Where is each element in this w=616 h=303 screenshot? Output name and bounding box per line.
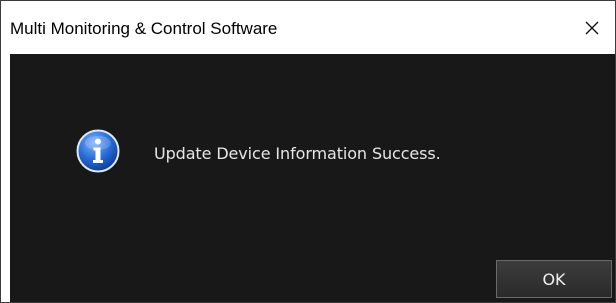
- title-bar[interactable]: Multi Monitoring & Control Software: [1, 1, 615, 54]
- close-button[interactable]: [569, 1, 615, 54]
- ok-button-label: OK: [542, 269, 566, 289]
- message-dialog: Multi Monitoring & Control Software Upda…: [0, 0, 616, 303]
- dialog-body: Update Device Information Success. OK: [10, 54, 615, 302]
- dialog-message: Update Device Information Success.: [154, 144, 441, 163]
- info-icon: [76, 129, 120, 173]
- close-icon: [584, 20, 600, 36]
- ok-button[interactable]: OK: [496, 260, 612, 298]
- window-title: Multi Monitoring & Control Software: [10, 19, 278, 38]
